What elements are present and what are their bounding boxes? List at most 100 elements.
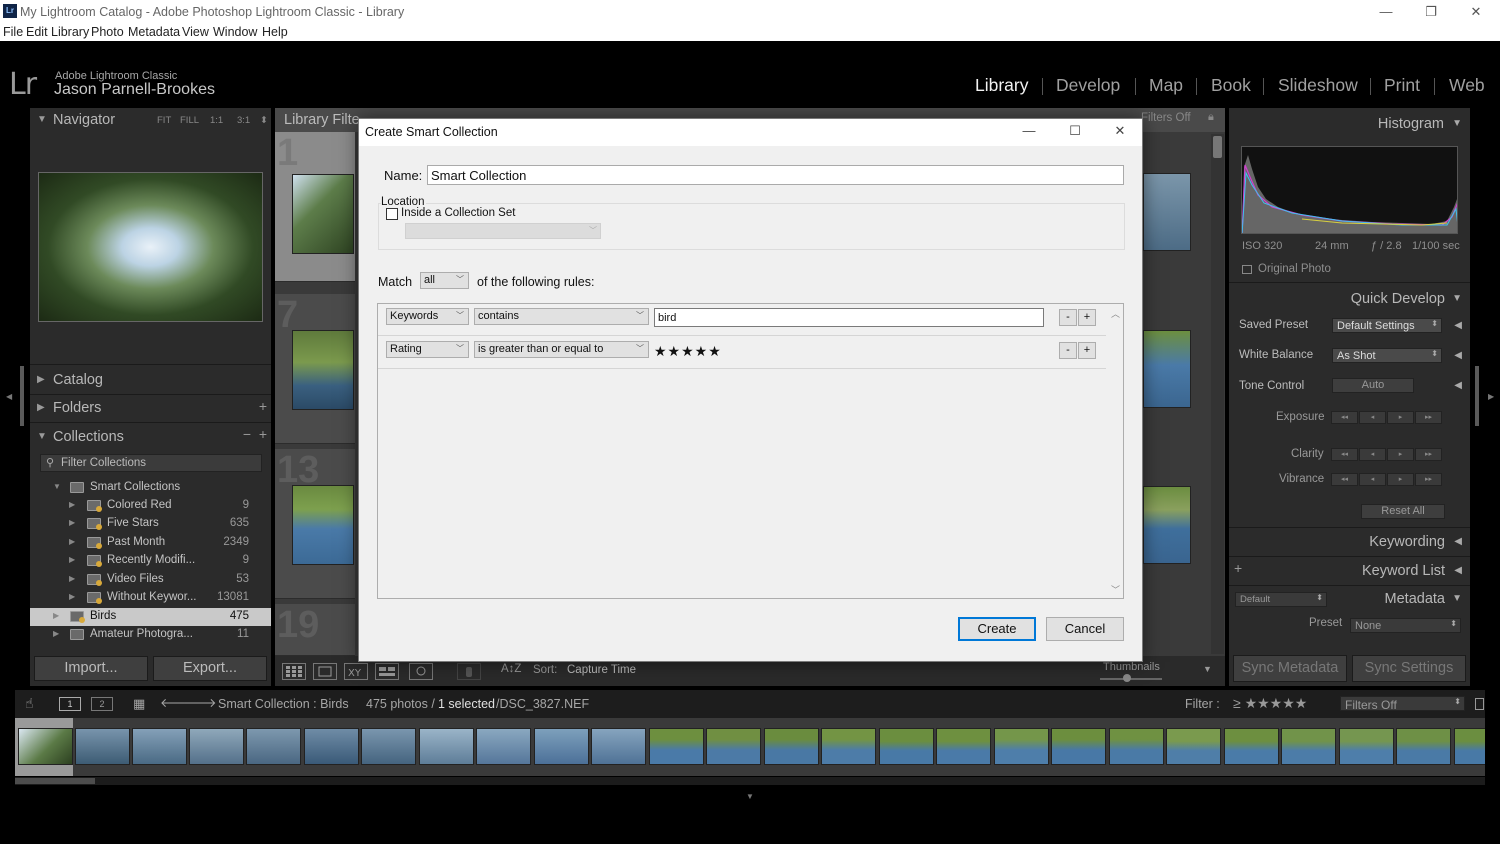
collection-item[interactable]: ▶ Without Keywor... 13081 [30,589,271,607]
zoom-1-1[interactable]: 1:1 [210,115,223,126]
add-rule-button[interactable]: + [1078,309,1096,326]
menu-photo[interactable]: Photo [91,25,124,39]
thumbnail-size-slider-thumb[interactable] [1123,674,1131,682]
menu-edit[interactable]: Edit [26,25,48,39]
rule-value-input[interactable] [654,308,1044,327]
main-window-icon[interactable]: 1 [59,697,81,711]
sync-settings-button[interactable]: Sync Settings [1352,655,1466,682]
collapse-triangle-icon[interactable]: ▼ [1452,118,1462,129]
decrease-large-icon[interactable]: ◂◂ [1331,473,1358,486]
filmstrip-thumbnail[interactable] [879,728,934,765]
remove-collection-icon[interactable]: − [243,426,251,442]
rule-field-select[interactable]: Keywords ﹀ [386,308,469,325]
grid-cell[interactable]: 7 [275,294,355,444]
disclosure-triangle-icon[interactable]: ◀ [1454,350,1462,361]
collection-item[interactable]: ▶ Video Files 53 [30,571,271,589]
dialog-close-icon[interactable]: ✕ [1105,123,1135,141]
expand-triangle-icon[interactable]: ◀ [1454,565,1462,576]
rating-stars[interactable]: ★★★★★ [654,343,722,360]
collection-item[interactable]: ▶ Five Stars 635 [30,515,271,533]
toolbar-menu-icon[interactable]: ▼ [1203,664,1212,674]
filmstrip-thumbnail[interactable] [649,728,704,765]
collection-set-amateur[interactable]: ▶ Amateur Photogra... 11 [30,626,271,644]
filmstrip-thumbnail[interactable] [132,728,187,765]
filmstrip-thumbnail[interactable] [361,728,416,765]
sort-direction-icon[interactable]: A↕Z [501,663,521,675]
right-panel-toggle-icon[interactable]: ▶ [1488,392,1494,401]
filmstrip-thumbnail[interactable] [534,728,589,765]
filmstrip-thumbnail[interactable] [189,728,244,765]
module-library[interactable]: Library [975,75,1029,96]
grid-view-icon[interactable] [282,663,306,680]
rule-operator-select[interactable]: is greater than or equal to ﹀ [474,341,649,358]
navigator-preview-image[interactable] [38,172,263,322]
photo-thumbnail[interactable] [1143,330,1191,408]
lock-icon[interactable]: 🔒︎ [1208,111,1214,124]
grid-scrollbar[interactable] [1211,134,1224,654]
filmstrip-thumbnail[interactable] [75,728,130,765]
rule-field-select[interactable]: Rating ﹀ [386,341,469,358]
menu-file[interactable]: File [3,25,23,39]
rating-filter[interactable]: ≥ ★★★★★ [1233,695,1307,712]
module-web[interactable]: Web [1449,75,1485,96]
filmstrip-thumbnail[interactable] [936,728,991,765]
remove-rule-button[interactable]: - [1059,309,1077,326]
saved-preset-select[interactable]: Default Settings ⬍ [1332,318,1442,333]
auto-tone-button[interactable]: Auto [1332,378,1414,393]
decrease-icon[interactable]: ◂ [1359,411,1386,424]
rules-scrollbar[interactable]: ︿ ﹀ [1108,304,1124,598]
collections-header[interactable]: ▼ Collections − + [30,425,271,450]
grid-cell[interactable]: 1 [275,132,355,282]
filmstrip-thumbnail[interactable] [1109,728,1164,765]
close-window-button[interactable]: ✕ [1456,2,1496,22]
collection-name-input[interactable] [427,165,1124,185]
next-arrow-icon[interactable]: 🡒 [183,696,217,711]
white-balance-select[interactable]: As Shot ⬍ [1332,348,1442,363]
metadata-header[interactable]: Metadata [1385,591,1445,607]
filmstrip-thumbnail[interactable] [1281,728,1336,765]
catalog-header[interactable]: ▶ Catalog [30,368,271,393]
dialog-maximize-icon[interactable]: ☐ [1060,123,1090,141]
filmstrip-thumbnail[interactable] [1051,728,1106,765]
compare-view-icon[interactable]: XY [344,663,368,680]
menu-help[interactable]: Help [262,25,288,39]
keyword-list-header[interactable]: Keyword List [1362,563,1445,579]
filter-presets-select[interactable]: Filters Off [1141,112,1191,124]
folders-header[interactable]: ▶ Folders + [30,396,271,421]
secondary-window-icon[interactable]: ☝ [25,695,34,712]
filmstrip-thumbnail[interactable] [994,728,1049,765]
filmstrip-thumbnail[interactable] [1339,728,1394,765]
photo-thumbnail[interactable] [292,174,354,254]
collapse-triangle-icon[interactable]: ▼ [1452,293,1462,304]
collection-set-smart[interactable]: ▼ Smart Collections [30,479,271,497]
restore-button[interactable]: ❐ [1411,2,1451,22]
collapse-triangle-icon[interactable]: ▼ [1452,593,1462,604]
filmstrip-thumbnail[interactable] [18,728,73,765]
sort-select[interactable]: Capture Time [567,664,636,676]
expand-triangle-icon[interactable]: ◀ [1454,536,1462,547]
second-window-icon[interactable]: 2 [91,697,113,711]
filmstrip-thumbnail[interactable] [1224,728,1279,765]
filmstrip-thumbnail[interactable] [419,728,474,765]
navigator-header[interactable]: ▼ Navigator FIT FILL 1:1 3:1 ⬍ [30,108,271,133]
menu-window[interactable]: Window [213,25,257,39]
filter-collections-input[interactable]: ⚲ Filter Collections [40,454,262,472]
reset-all-button[interactable]: Reset All [1361,504,1445,519]
increase-icon[interactable]: ▸ [1387,411,1414,424]
filmstrip-thumbnail[interactable] [1396,728,1451,765]
decrease-large-icon[interactable]: ◂◂ [1331,448,1358,461]
collection-item[interactable]: ▶ Recently Modifi... 9 [30,552,271,570]
module-develop[interactable]: Develop [1056,75,1120,96]
metadata-view-select[interactable]: Default ⬍ [1235,592,1327,607]
dialog-minimize-icon[interactable]: — [1014,123,1044,141]
filmstrip-filter-select[interactable]: Filters Off ⬍ [1340,696,1465,712]
rule-operator-select[interactable]: contains ﹀ [474,308,649,325]
loupe-view-icon[interactable] [313,663,337,680]
module-print[interactable]: Print [1384,75,1420,96]
people-view-icon[interactable] [409,663,433,680]
cancel-button[interactable]: Cancel [1046,617,1124,641]
original-photo-checkbox[interactable] [1242,265,1252,274]
module-map[interactable]: Map [1149,75,1183,96]
metadata-preset-select[interactable]: None ⬍ [1350,618,1461,633]
increase-icon[interactable]: ▸ [1387,448,1414,461]
